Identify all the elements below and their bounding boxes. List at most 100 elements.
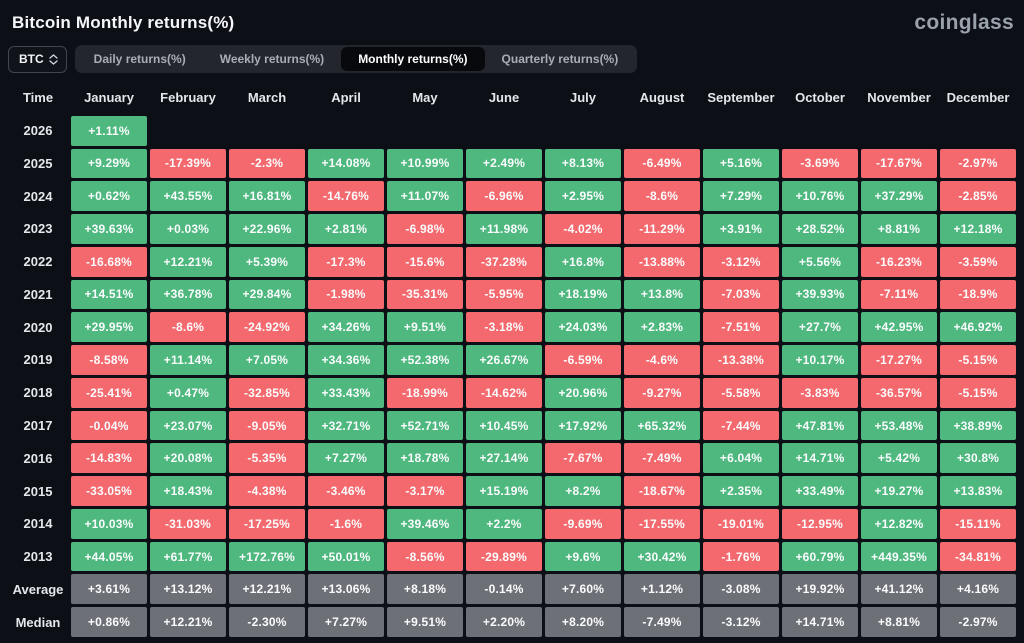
return-cell: +2.49% [466, 148, 542, 179]
return-cell: +14.08% [308, 148, 384, 179]
return-cell: +7.27% [308, 607, 384, 637]
return-cell: -15.11% [940, 508, 1016, 539]
return-cell: -8.56% [387, 541, 463, 572]
row-label-2014: 2014 [23, 516, 53, 532]
return-cell: -5.15% [940, 345, 1016, 375]
row-label-2024: 2024 [23, 188, 53, 204]
return-cell: +2.95% [545, 181, 621, 212]
return-cell: -3.08% [703, 574, 779, 605]
empty-cell [545, 116, 621, 146]
return-cell: +22.96% [229, 214, 305, 244]
return-cell: -6.49% [624, 148, 700, 179]
return-cell: +32.71% [308, 410, 384, 441]
return-cell: +33.49% [782, 476, 858, 506]
return-cell: +12.21% [229, 574, 305, 605]
tab-quarterly-returns[interactable]: Quarterly returns(%) [485, 47, 636, 71]
empty-cell [703, 116, 779, 146]
return-cell: +29.84% [229, 279, 305, 310]
return-cell: +449.35% [861, 541, 937, 572]
return-cell: +34.36% [308, 345, 384, 375]
return-cell: -3.12% [703, 607, 779, 637]
row-label-average: Average [12, 581, 64, 597]
return-cell: +9.51% [387, 312, 463, 343]
row-label-2023: 2023 [23, 221, 53, 237]
return-cell: +18.43% [150, 476, 226, 506]
return-cell: -17.3% [308, 246, 384, 277]
return-cell: -8.6% [624, 181, 700, 212]
symbol-selector[interactable]: BTC [8, 45, 67, 73]
topbar: Bitcoin Monthly returns(%) coinglass [8, 8, 1016, 36]
return-cell: +39.46% [387, 508, 463, 539]
row-label-2022: 2022 [23, 254, 53, 270]
coinglass-logo[interactable]: coinglass [914, 11, 1014, 35]
return-cell: -3.46% [308, 476, 384, 506]
return-cell: +8.81% [861, 607, 937, 637]
tab-weekly-returns[interactable]: Weekly returns(%) [203, 47, 341, 71]
tab-daily-returns[interactable]: Daily returns(%) [77, 47, 203, 71]
return-cell: +52.71% [387, 410, 463, 441]
return-cell: +7.05% [229, 345, 305, 375]
return-cell: +8.81% [861, 214, 937, 244]
return-cell: +19.92% [782, 574, 858, 605]
return-cell: +28.52% [782, 214, 858, 244]
month-column-header: December [946, 90, 1010, 106]
month-column-header: June [488, 90, 520, 106]
return-cell: -2.97% [940, 607, 1016, 637]
return-cell: -5.35% [229, 443, 305, 474]
return-cell: +9.51% [387, 607, 463, 637]
return-cell: +29.95% [71, 312, 147, 343]
return-cell: +10.76% [782, 181, 858, 212]
return-cell: +19.27% [861, 476, 937, 506]
return-cell: +1.12% [624, 574, 700, 605]
return-cell: -3.12% [703, 246, 779, 277]
return-cell: -16.23% [861, 246, 937, 277]
row-label-2013: 2013 [23, 549, 53, 565]
return-cell: +5.56% [782, 246, 858, 277]
return-cell: +12.21% [150, 607, 226, 637]
return-cell: -1.98% [308, 279, 384, 310]
return-cell: -11.29% [624, 214, 700, 244]
return-cell: +10.17% [782, 345, 858, 375]
return-cell: +5.16% [703, 148, 779, 179]
return-cell: +172.76% [229, 541, 305, 572]
return-cell: -13.88% [624, 246, 700, 277]
return-cell: -17.27% [861, 345, 937, 375]
return-cell: +44.05% [71, 541, 147, 572]
return-cell: +16.81% [229, 181, 305, 212]
month-column-header: January [84, 90, 134, 106]
return-cell: -6.96% [466, 181, 542, 212]
return-cell: +5.39% [229, 246, 305, 277]
return-cell: +0.47% [150, 377, 226, 408]
return-cell: +10.99% [387, 148, 463, 179]
return-cell: +20.08% [150, 443, 226, 474]
return-cell: -2.30% [229, 607, 305, 637]
empty-cell [940, 116, 1016, 146]
row-label-2017: 2017 [23, 418, 53, 434]
return-cell: -29.89% [466, 541, 542, 572]
return-cell: -19.01% [703, 508, 779, 539]
return-cell: +39.63% [71, 214, 147, 244]
row-label-2025: 2025 [23, 155, 53, 171]
return-cell: +7.60% [545, 574, 621, 605]
return-cell: -7.44% [703, 410, 779, 441]
return-cell: +11.07% [387, 181, 463, 212]
return-cell: +33.43% [308, 377, 384, 408]
month-column-header: July [569, 90, 596, 106]
return-cell: -14.62% [466, 377, 542, 408]
return-cell: +60.79% [782, 541, 858, 572]
return-cell: -7.49% [624, 443, 700, 474]
return-cell: -18.9% [940, 279, 1016, 310]
return-cell: +0.86% [71, 607, 147, 637]
controls-row: BTC Daily returns(%) Weekly returns(%) Mon… [8, 45, 1016, 73]
empty-cell [387, 116, 463, 146]
return-cell: +8.2% [545, 476, 621, 506]
row-label-2015: 2015 [23, 483, 53, 499]
return-cell: +46.92% [940, 312, 1016, 343]
return-cell: +23.07% [150, 410, 226, 441]
return-cell: -12.95% [782, 508, 858, 539]
return-cell: -16.68% [71, 246, 147, 277]
page-title: Bitcoin Monthly returns(%) [12, 13, 235, 32]
tab-monthly-returns[interactable]: Monthly returns(%) [341, 47, 485, 71]
return-cell: +8.13% [545, 148, 621, 179]
return-cell: -31.03% [150, 508, 226, 539]
